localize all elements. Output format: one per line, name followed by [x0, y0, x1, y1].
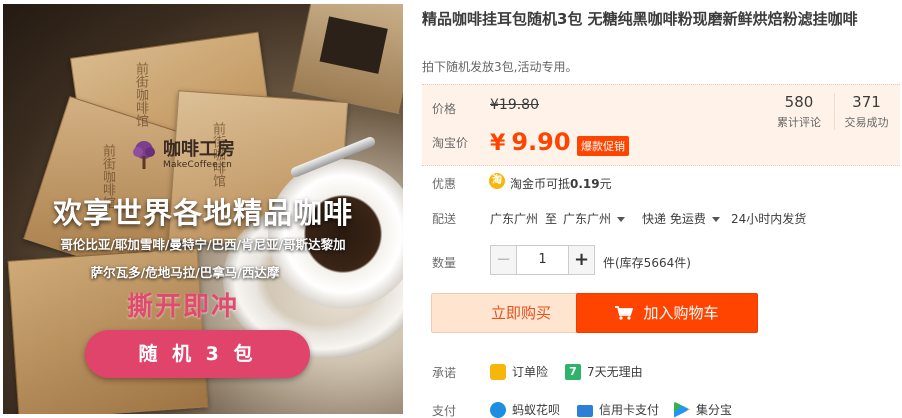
order-insurance-label: 订单险: [512, 365, 549, 379]
image-headline: 欢享世界各地精品咖啡: [52, 196, 353, 230]
reviews-stat[interactable]: 580 累计评论: [767, 93, 831, 130]
credit-card-label: 信用卡支付: [599, 403, 660, 417]
reviews-count: 580: [784, 93, 814, 111]
quantity-stepper: − 1 +: [490, 245, 595, 275]
promo-badge[interactable]: 爆款促销: [577, 136, 629, 156]
brand-site: MakeCoffee.cn: [163, 160, 233, 170]
ship-method-select[interactable]: 快递 免运费: [642, 210, 720, 227]
product-image[interactable]: 前街咖啡馆 前街咖啡馆 前街咖啡馆 咖啡工房 MakeCoffee.cn 欢享世…: [3, 4, 403, 414]
product-title: 精品咖啡挂耳包随机3包 无糖纯黑咖啡粉现磨新鲜烘焙粉滤挂咖啡: [422, 10, 858, 28]
random-pack-badge: 随 机 3 包: [85, 330, 310, 378]
huabei-label: 蚂蚁花呗: [512, 403, 561, 417]
tear-open-text: 撕开即冲: [126, 292, 239, 322]
huabei-icon: [490, 401, 506, 418]
add-to-cart-button[interactable]: 加入购物车: [576, 293, 758, 333]
seven-day-return[interactable]: 7 7天无理由: [565, 363, 643, 380]
brand-logo: 咖啡工房 MakeCoffee.cn: [131, 140, 235, 170]
original-price: ¥19.80: [490, 97, 539, 113]
cart-icon: [615, 306, 634, 320]
quantity-input[interactable]: 1: [517, 246, 568, 274]
origins-line: 萨尔瓦多/危地马拉/巴拿马/西达摩: [90, 265, 280, 280]
order-insurance[interactable]: 订单险: [490, 363, 548, 380]
promise-label: 承诺: [432, 366, 457, 380]
ship-to-select[interactable]: 广东广州: [563, 210, 626, 227]
product-subtitle: 拍下随机发放3包,活动专用。: [422, 60, 578, 74]
taobao-price-label: 淘宝价: [432, 136, 469, 150]
discount-label: 优惠: [432, 177, 457, 191]
add-to-cart-label: 加入购物车: [643, 304, 719, 322]
taobao-coin-icon: 淘: [489, 173, 505, 189]
brand-name: 咖啡工房: [163, 139, 235, 160]
pay-jifenbao[interactable]: 集分宝: [674, 401, 732, 418]
chevron-down-icon: [617, 217, 626, 222]
price-label: 价格: [432, 102, 457, 116]
price-box: 价格 ¥19.80 淘宝价 ¥9.90 爆款促销 580 累计评论 371 交易…: [422, 84, 900, 166]
coin-discount-text: 淘金币可抵0.19元: [510, 175, 612, 192]
sales-stat[interactable]: 371 交易成功: [834, 93, 898, 130]
sales-label: 交易成功: [844, 116, 889, 129]
sales-count: 371: [852, 93, 881, 111]
credit-card-icon: [577, 404, 593, 417]
pay-credit-card[interactable]: 信用卡支付: [577, 401, 659, 418]
shipping-label: 配送: [432, 212, 457, 226]
payment-label: 支付: [432, 404, 457, 418]
ship-to-word: 至: [545, 212, 558, 226]
ship-to: 广东广州: [563, 212, 612, 226]
jifenbao-icon: [674, 401, 690, 418]
insurance-icon: [490, 363, 506, 380]
seven-day-label: 7天无理由: [587, 365, 643, 379]
stock-text: 件(库存5664件): [603, 256, 691, 270]
coin-amount: 0.19: [570, 177, 600, 191]
decrease-button[interactable]: −: [491, 246, 517, 274]
current-price: ¥9.90: [490, 128, 571, 156]
dispatch-time: 24小时内发货: [731, 212, 807, 226]
tree-icon: [133, 141, 155, 169]
reviews-label: 累计评论: [777, 116, 821, 129]
ship-method: 快递 免运费: [642, 212, 706, 226]
coffee-box: [291, 4, 403, 115]
ship-from: 广东广州: [490, 212, 539, 226]
seven-day-icon: 7: [565, 363, 581, 380]
jifenbao-label: 集分宝: [696, 403, 733, 417]
pay-huabei[interactable]: 蚂蚁花呗: [490, 401, 560, 418]
origins-line: 哥伦比亚/耶加雪啡/曼特宁/巴西/肯尼亚/哥斯达黎加: [60, 237, 346, 252]
currency-symbol: ¥: [490, 131, 506, 156]
coin-text-suffix: 元: [599, 177, 612, 191]
bag-text: 前街咖啡馆: [133, 62, 148, 127]
chevron-down-icon: [711, 217, 720, 222]
coin-text-prefix: 淘金币可抵: [510, 177, 571, 191]
increase-button[interactable]: +: [568, 246, 594, 274]
current-price-value: 9.90: [511, 128, 571, 156]
quantity-label: 数量: [432, 256, 457, 270]
